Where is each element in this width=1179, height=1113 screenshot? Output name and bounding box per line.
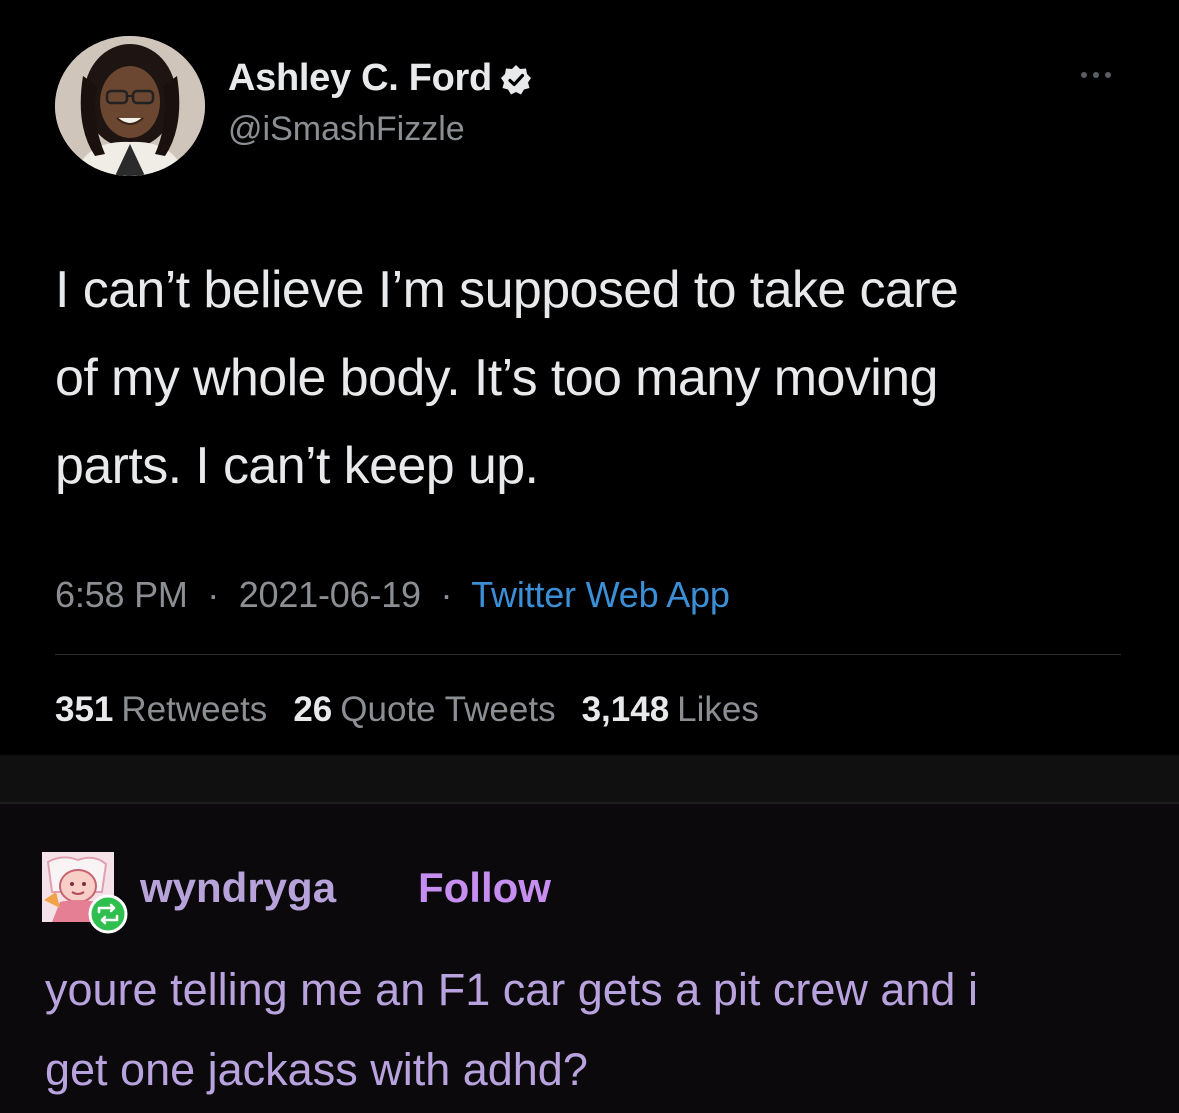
author-handle[interactable]: @iSmashFizzle — [228, 110, 465, 149]
retweets-count: 351 — [55, 690, 114, 729]
author-name-row[interactable]: Ashley C. Ford — [228, 57, 532, 99]
tweet-text: I can’t believe I’m supposed to take car… — [55, 246, 1135, 510]
likes-stat[interactable]: 3,148 Likes — [582, 690, 759, 730]
follow-button[interactable]: Follow — [418, 864, 551, 912]
author-display-name[interactable]: Ashley C. Ford — [228, 57, 492, 100]
tweet-meta: 6:58 PM · 2021-06-19 · Twitter Web App — [55, 574, 730, 616]
tweet-text-line: of my whole body. It’s too many moving — [55, 349, 938, 407]
reblog-text-line: youre telling me an F1 car gets a pit cr… — [45, 964, 978, 1015]
avatar-portrait-image — [55, 36, 205, 176]
likes-count: 3,148 — [581, 690, 670, 729]
more-options-icon[interactable] — [1072, 62, 1120, 88]
tweet-date[interactable]: 2021-06-19 — [239, 574, 421, 615]
section-gap — [0, 755, 1179, 803]
tweet-card: Ashley C. Ford @iSmashFizzle I can’t bel… — [0, 0, 1179, 755]
reblog-icon — [88, 894, 128, 934]
meta-separator: · — [197, 574, 229, 615]
tweet-source-link[interactable]: Twitter Web App — [471, 574, 730, 615]
tweet-author-avatar[interactable] — [55, 36, 205, 176]
tweet-text-line: parts. I can’t keep up. — [55, 437, 539, 495]
divider — [55, 654, 1121, 655]
retweets-stat[interactable]: 351 Retweets — [55, 690, 267, 730]
likes-label: Likes — [677, 690, 759, 729]
retweets-label: Retweets — [121, 690, 268, 729]
quote-tweets-label: Quote Tweets — [340, 690, 556, 729]
meta-separator: · — [430, 574, 463, 615]
reblog-text-line: get one jackass with adhd? — [45, 1044, 588, 1095]
tweet-text-line: I can’t believe I’m supposed to take car… — [55, 261, 959, 319]
tweet-stats: 351 Retweets 26 Quote Tweets 3,148 Likes — [55, 690, 759, 730]
quote-tweets-count: 26 — [293, 690, 333, 729]
tweet-time[interactable]: 6:58 PM — [55, 574, 188, 615]
blog-name-link[interactable]: wyndryga — [140, 864, 336, 912]
reblog-text: youre telling me an F1 car gets a pit cr… — [45, 950, 1145, 1110]
quote-tweets-stat[interactable]: 26 Quote Tweets — [293, 690, 555, 730]
verified-badge-icon — [500, 64, 532, 96]
